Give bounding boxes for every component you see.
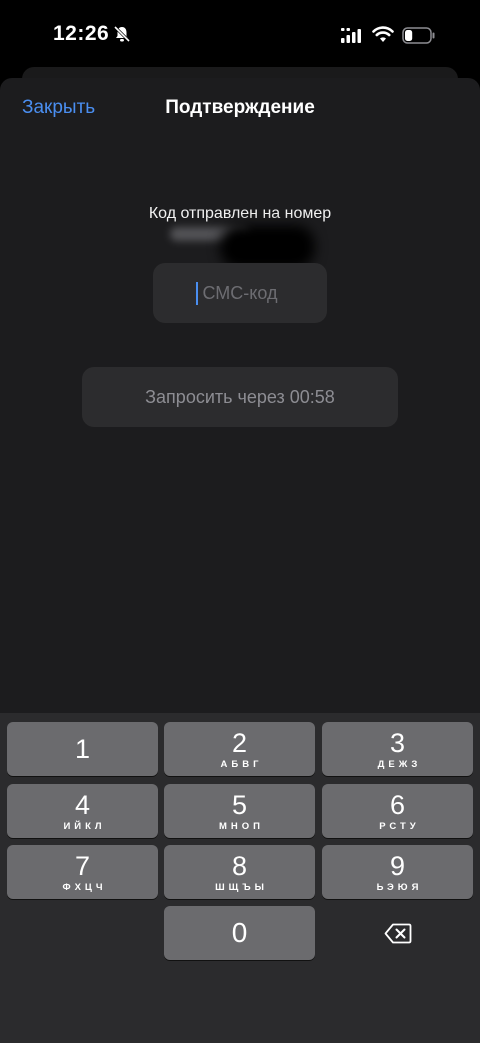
signal-icon [341, 28, 361, 43]
key-4[interactable]: 4 ИЙКЛ [7, 784, 158, 838]
key-9[interactable]: 9 ЬЭЮЯ [322, 845, 473, 899]
key-digit: 5 [231, 789, 248, 820]
key-letters: ДЕЖЗ [377, 758, 422, 770]
backspace-key[interactable] [322, 906, 473, 960]
key-3[interactable]: 3 ДЕЖЗ [322, 722, 473, 776]
key-5[interactable]: 5 МНОП [164, 784, 315, 838]
key-letters: РСТУ [379, 820, 420, 832]
key-8[interactable]: 8 ШЩЪЫ [164, 845, 315, 899]
key-0[interactable]: 0 [164, 906, 315, 960]
wifi-icon [372, 26, 394, 42]
key-digit: 0 [231, 917, 248, 948]
key-digit: 3 [389, 727, 406, 758]
key-digit: 2 [231, 727, 248, 758]
key-letters: ИЙКЛ [63, 820, 106, 832]
key-letters: ЬЭЮЯ [376, 881, 423, 893]
key-6[interactable]: 6 РСТУ [322, 784, 473, 838]
key-digit: 1 [74, 734, 91, 764]
sms-code-input[interactable] [153, 263, 327, 323]
key-2[interactable]: 2 АБВГ [164, 722, 315, 776]
resend-code-button[interactable]: Запросить через 00:58 [82, 367, 398, 427]
key-letters: АБВГ [220, 758, 263, 770]
key-digit: 4 [74, 789, 91, 820]
key-1[interactable]: 1 [7, 722, 158, 776]
key-letters: ФХЦЧ [62, 881, 107, 893]
key-digit: 9 [389, 850, 406, 881]
home-indicator-area [0, 1025, 480, 1043]
code-sent-label: Код отправлен на номер [148, 205, 332, 222]
key-letters: ШЩЪЫ [215, 881, 268, 893]
delete-left-icon [384, 923, 411, 943]
key-digit: 8 [231, 850, 248, 881]
key-letters: МНОП [219, 820, 264, 832]
battery-icon [402, 27, 435, 44]
page-title: Подтверждение [165, 97, 315, 118]
status-bar: 12:26 [0, 0, 480, 70]
key-digit: 6 [389, 789, 406, 820]
text-cursor [196, 282, 198, 305]
key-digit: 7 [74, 850, 91, 881]
status-time: 12:26 [53, 22, 110, 45]
key-7[interactable]: 7 ФХЦЧ [7, 845, 158, 899]
bell-slash-icon [113, 25, 131, 43]
